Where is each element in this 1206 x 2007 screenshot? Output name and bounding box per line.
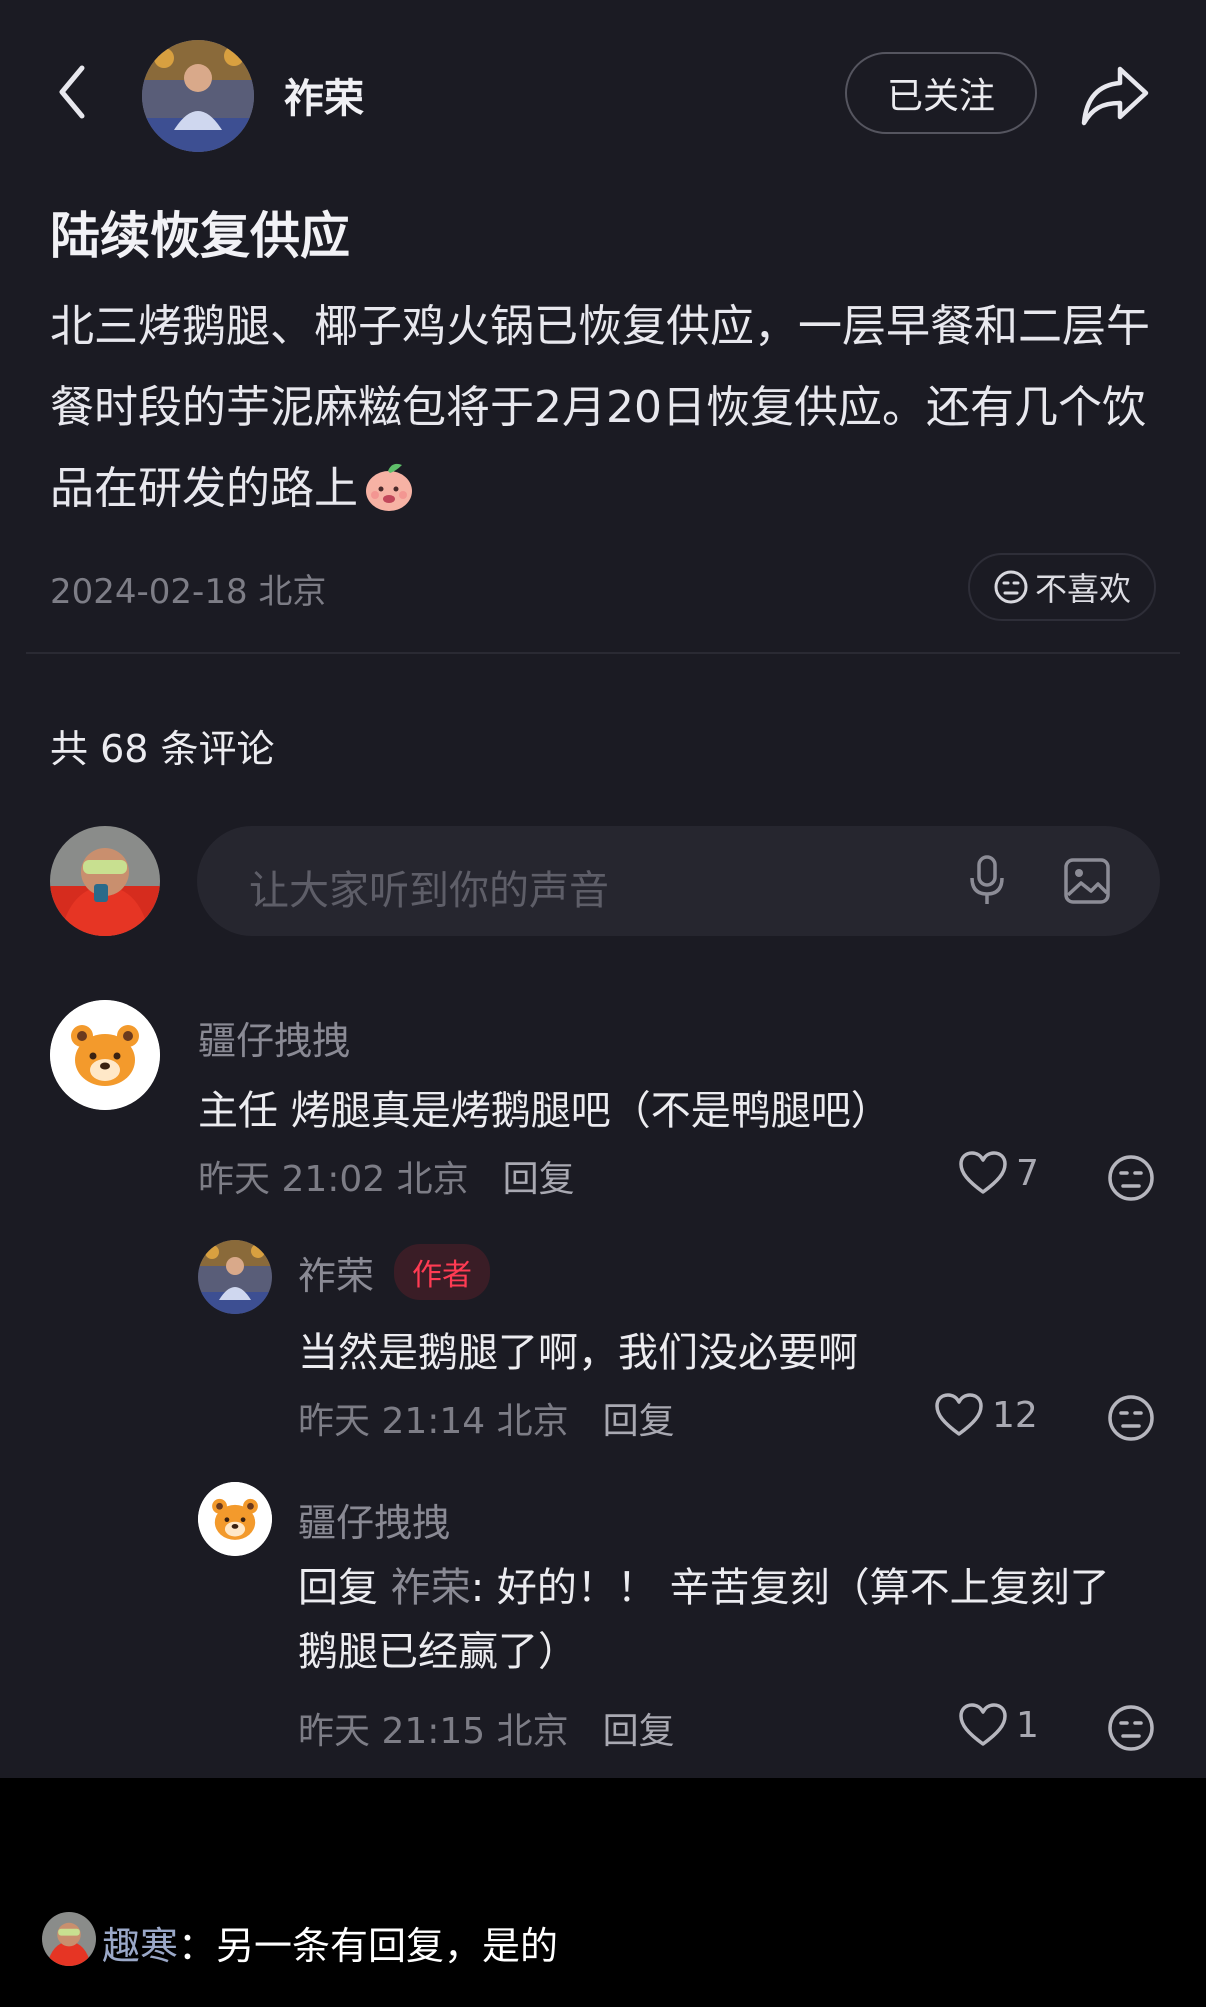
commenter-avatar[interactable] <box>50 1000 160 1110</box>
comment-dislike-button[interactable] <box>1105 1152 1157 1204</box>
heart-icon <box>935 1393 983 1436</box>
meh-face-icon <box>1108 1155 1154 1201</box>
follow-button[interactable]: 已关注 <box>845 52 1037 134</box>
comment-input-placeholder: 让大家听到你的声音 <box>249 868 609 914</box>
reply-text: 回复 祚荣: 好的！！ 辛苦复刻（算不上复刻了 鹅腿已经赢了） <box>298 1556 1138 1684</box>
comment-meta: 昨天 21:02 北京 <box>198 1159 469 1200</box>
reply-button[interactable]: 回复 <box>603 1702 675 1754</box>
comment-meta-row: 昨天 21:02 北京 回复 <box>198 1150 575 1202</box>
image-button[interactable] <box>1057 851 1117 911</box>
caption-avatar <box>42 1912 96 1966</box>
bear-avatar-icon <box>50 1000 160 1110</box>
caption-name: 趣寒 <box>102 1924 179 1968</box>
post-meta: 2024-02-18 北京 <box>50 572 327 612</box>
share-icon <box>1081 66 1149 126</box>
dislike-label: 不喜欢 <box>1034 570 1131 608</box>
like-count: 12 <box>992 1394 1038 1436</box>
comments-count: 共 68 条评论 <box>50 727 275 771</box>
like-button[interactable]: 1 <box>958 1702 1039 1748</box>
peach-emoji-icon <box>362 459 416 513</box>
heart-icon <box>959 1703 1007 1746</box>
caption-text: ：另一条有回复，是的 <box>178 1924 559 1968</box>
post-body: 北三烤鹅腿、椰子鸡火锅已恢复供应，一层早餐和二层午餐时段的芋泥麻糍包将于2月20… <box>50 286 1170 529</box>
like-count: 1 <box>1016 1704 1039 1746</box>
like-button[interactable]: 7 <box>958 1150 1039 1196</box>
meh-face-icon <box>994 570 1028 604</box>
like-button[interactable]: 12 <box>934 1392 1038 1438</box>
author-name[interactable]: 祚荣 <box>284 66 364 124</box>
meh-face-icon <box>1108 1705 1154 1751</box>
my-avatar[interactable] <box>50 826 160 936</box>
share-button[interactable] <box>1078 58 1152 132</box>
meh-face-icon <box>1108 1395 1154 1441</box>
comment-author[interactable]: 疆仔拽拽 <box>198 1010 350 1065</box>
reply-meta-row: 昨天 21:15 北京 回复 <box>298 1702 675 1754</box>
reply-meta: 昨天 21:14 北京 <box>298 1401 569 1442</box>
reply-avatar[interactable] <box>198 1240 272 1314</box>
heart-icon <box>959 1151 1007 1194</box>
reply-to-name[interactable]: 祚荣 <box>391 1565 471 1611</box>
like-count: 7 <box>1016 1152 1039 1194</box>
caption-text-row: 趣寒 ：另一条有回复，是的 <box>102 1915 558 1970</box>
follow-button-label: 已关注 <box>886 76 995 117</box>
bear-avatar-icon <box>198 1482 272 1556</box>
author-badge: 作者 <box>394 1244 491 1300</box>
image-icon <box>1064 858 1110 904</box>
comment-dislike-button[interactable] <box>1105 1392 1157 1444</box>
post-title: 陆续恢复供应 <box>50 207 350 265</box>
reply-author-row: 祚荣 作者 <box>298 1244 491 1300</box>
voice-input-button[interactable] <box>957 851 1017 911</box>
post-body-text: 北三烤鹅腿、椰子鸡火锅已恢复供应，一层早餐和二层午餐时段的芋泥麻糍包将于2月20… <box>50 301 1150 514</box>
comment-input[interactable]: 让大家听到你的声音 <box>197 826 1160 936</box>
reply-prefix: 回复 <box>298 1565 378 1611</box>
reply-author[interactable]: 祚荣 <box>298 1245 374 1300</box>
reply-meta-row: 昨天 21:14 北京 回复 <box>298 1392 675 1444</box>
author-avatar[interactable] <box>142 40 254 152</box>
back-button[interactable] <box>42 62 102 122</box>
comment-text: 主任 烤腿真是烤鹅腿吧（不是鸭腿吧） <box>198 1088 891 1134</box>
overlay-caption-bar: 趣寒 ：另一条有回复，是的 <box>0 1778 1206 2007</box>
reply-button[interactable]: 回复 <box>503 1150 575 1202</box>
dislike-button[interactable]: 不喜欢 <box>968 553 1156 621</box>
divider <box>26 652 1180 654</box>
reply-button[interactable]: 回复 <box>603 1392 675 1444</box>
reply-text: 当然是鹅腿了啊，我们没必要啊 <box>298 1330 858 1376</box>
reply-author[interactable]: 疆仔拽拽 <box>298 1492 450 1547</box>
microphone-icon <box>970 855 1004 904</box>
reply-meta: 昨天 21:15 北京 <box>298 1711 569 1752</box>
chevron-left-icon <box>59 65 85 119</box>
reply-avatar[interactable] <box>198 1482 272 1556</box>
comment-dislike-button[interactable] <box>1105 1702 1157 1754</box>
